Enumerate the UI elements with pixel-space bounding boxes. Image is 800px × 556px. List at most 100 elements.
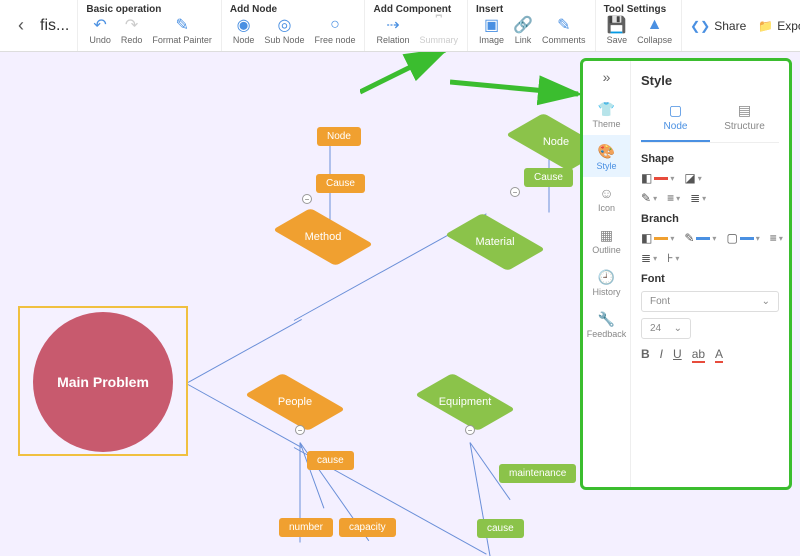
method-cause-tag[interactable]: Cause — [316, 174, 365, 193]
filename: fis... — [40, 17, 69, 35]
branch-pen-control[interactable]: ✎▾ — [684, 231, 716, 245]
subnode-icon: ◎ — [275, 16, 293, 34]
underline-button[interactable]: U — [673, 347, 682, 363]
border-width-control[interactable]: ≡▾ — [667, 191, 680, 205]
font-color-button[interactable]: A — [715, 347, 723, 363]
panel-tab-history[interactable]: 🕘History — [583, 261, 630, 303]
panel-tab-style[interactable]: 🎨Style — [583, 135, 630, 177]
pen-icon: ✎ — [641, 191, 651, 205]
format-painter-button[interactable]: ✎Format Painter — [147, 16, 217, 45]
equipment-cause-tag[interactable]: cause — [477, 519, 524, 538]
collapse-dot[interactable]: − — [510, 187, 520, 197]
method-node-tag[interactable]: Node — [317, 127, 361, 146]
branch-style2-control[interactable]: ⊦▾ — [667, 251, 679, 265]
save-icon: 💾 — [608, 16, 626, 34]
save-button[interactable]: 💾Save — [602, 16, 633, 45]
summary-icon: ⎴ — [430, 16, 448, 34]
main-problem-label: Main Problem — [57, 374, 149, 390]
main-problem-node[interactable]: Main Problem — [18, 306, 188, 456]
bold-button[interactable]: B — [641, 347, 650, 363]
add-freenode-button[interactable]: ○Free node — [309, 16, 360, 45]
shirt-icon: 👕 — [597, 99, 617, 119]
group-basic: Basic operation ↶Undo ↷Redo ✎Format Pain… — [78, 0, 222, 51]
fill-icon: ◧ — [641, 171, 652, 185]
insert-image-button[interactable]: ▣Image — [474, 16, 509, 45]
border-style-control[interactable]: ≣▾ — [690, 191, 706, 205]
highlight-arrow-icon — [360, 52, 460, 97]
add-subnode-button[interactable]: ◎Sub Node — [259, 16, 309, 45]
highlight-button[interactable]: ab — [692, 347, 705, 363]
insert-link-button[interactable]: 🔗Link — [509, 16, 537, 45]
add-node-button[interactable]: ◉Node — [228, 16, 260, 45]
toolbar-groups: Basic operation ↶Undo ↷Redo ✎Format Pain… — [78, 0, 682, 51]
shape-fill-control[interactable]: ◧▾ — [641, 171, 674, 185]
branch-style1-control[interactable]: ≣▾ — [641, 251, 657, 265]
branch-fill-control[interactable]: ◧▾ — [641, 231, 674, 245]
export-icon: 📁 — [758, 19, 773, 33]
panel-sidebar: » 👕Theme 🎨Style ☺Icon ▦Outline 🕘History … — [583, 61, 631, 487]
subtab-node[interactable]: ▢Node — [641, 98, 710, 142]
image-icon: ▣ — [483, 16, 501, 34]
collapse-dot[interactable]: − — [295, 425, 305, 435]
branch-icon: ⊦ — [667, 251, 673, 265]
back-area: ‹ fis... — [0, 0, 78, 51]
top-toolbar: ‹ fis... Basic operation ↶Undo ↷Redo ✎Fo… — [0, 0, 800, 52]
panel-tab-theme[interactable]: 👕Theme — [583, 93, 630, 135]
collapse-dot[interactable]: − — [465, 425, 475, 435]
insert-comments-button[interactable]: ✎Comments — [537, 16, 591, 45]
group-insert: Insert ▣Image 🔗Link ✎Comments — [468, 0, 596, 51]
line-style-icon: ≣ — [690, 191, 700, 205]
material-cause-tag[interactable]: Cause — [524, 168, 573, 187]
relation-icon: ⇢ — [384, 16, 402, 34]
smile-icon: ☺ — [597, 183, 617, 203]
panel-tab-icon[interactable]: ☺Icon — [583, 177, 630, 219]
redo-button[interactable]: ↷Redo — [116, 16, 148, 45]
undo-button[interactable]: ↶Undo — [84, 16, 116, 45]
line-weight-icon: ≡ — [667, 191, 674, 205]
redo-icon: ↷ — [123, 16, 141, 34]
wrench-icon: 🔧 — [597, 309, 617, 329]
chevron-down-icon: ⌄ — [674, 323, 682, 334]
brush-icon: ✎ — [173, 16, 191, 34]
share-icon: ❮❯ — [690, 19, 710, 33]
panel-content: Style ▢Node ▤Structure Shape ◧▾ ◪▾ ✎▾ ≡▾… — [631, 61, 789, 487]
collapse-dot[interactable]: − — [302, 194, 312, 204]
link-icon: 🔗 — [514, 16, 532, 34]
equipment-maintenance-tag[interactable]: maintenance — [499, 464, 576, 483]
export-button[interactable]: 📁Export — [758, 19, 800, 33]
font-size-select[interactable]: 24⌄ — [641, 318, 691, 339]
box-icon: ▢ — [726, 231, 737, 245]
collapse-button[interactable]: ▲Collapse — [632, 16, 677, 45]
summary-button[interactable]: ⎴Summary — [415, 16, 464, 45]
panel-tab-outline[interactable]: ▦Outline — [583, 219, 630, 261]
group-add-component: Add Component ⇢Relation ⎴Summary — [365, 0, 468, 51]
share-button[interactable]: ❮❯Share — [690, 19, 746, 33]
people-number-tag[interactable]: number — [279, 518, 333, 537]
panel-collapse-button[interactable]: » — [583, 61, 630, 93]
panel-tab-feedback[interactable]: 🔧Feedback — [583, 303, 630, 345]
people-cause-tag[interactable]: cause — [307, 451, 354, 470]
branch-box-control[interactable]: ▢▾ — [726, 231, 759, 245]
shape-type-control[interactable]: ◪▾ — [684, 171, 701, 185]
material-node[interactable]: Material — [460, 207, 530, 277]
panel-subtabs: ▢Node ▤Structure — [641, 98, 779, 143]
shape-icon: ◪ — [684, 171, 695, 185]
node-icon: ◉ — [235, 16, 253, 34]
right-actions: ❮❯Share 📁Export — [682, 0, 800, 51]
border-color-control[interactable]: ✎▾ — [641, 191, 657, 205]
people-capacity-tag[interactable]: capacity — [339, 518, 396, 537]
section-branch-label: Branch — [641, 213, 779, 225]
section-font-label: Font — [641, 273, 779, 285]
line-style-icon: ≣ — [641, 251, 651, 265]
group-tool-settings: Tool Settings 💾Save ▲Collapse — [596, 0, 683, 51]
lines-icon: ≡ — [770, 231, 777, 245]
structure-icon: ▤ — [710, 102, 779, 119]
back-button[interactable]: ‹ — [8, 11, 34, 40]
subtab-structure[interactable]: ▤Structure — [710, 98, 779, 142]
italic-button[interactable]: I — [660, 347, 663, 363]
relation-button[interactable]: ⇢Relation — [371, 16, 414, 45]
method-node[interactable]: Method — [288, 202, 358, 272]
font-family-select[interactable]: Font⌄ — [641, 291, 779, 312]
branch-lines-control[interactable]: ≡▾ — [770, 231, 783, 245]
palette-icon: 🎨 — [597, 141, 617, 161]
